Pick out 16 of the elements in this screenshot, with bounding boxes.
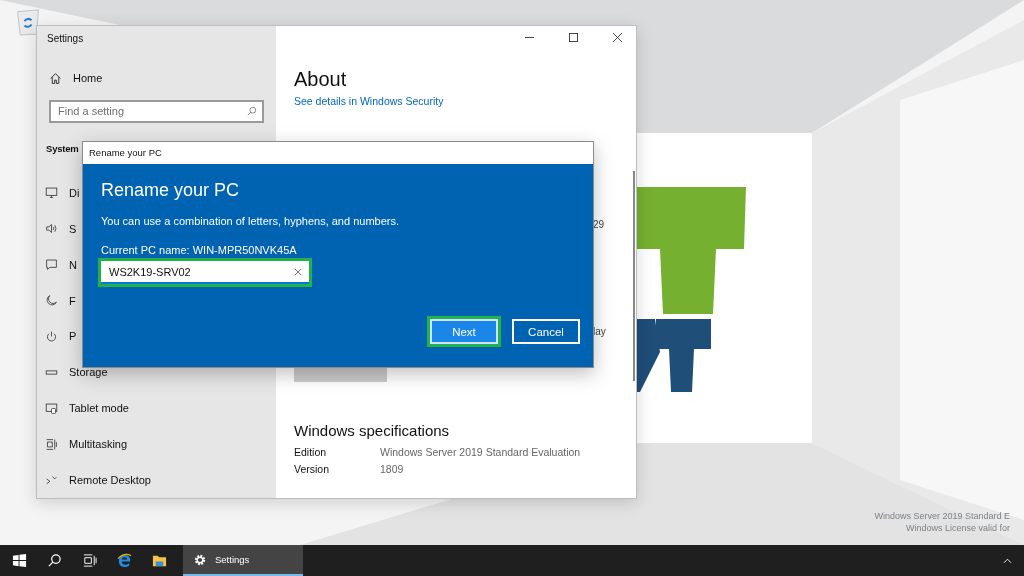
spec-value: 1809 xyxy=(380,463,404,475)
window-title: Settings xyxy=(46,32,85,46)
spec-value: Windows Server 2019 Standard Evaluation xyxy=(380,446,581,458)
desktop-text: Windows License valid for xyxy=(905,522,1010,534)
device-text: 29 xyxy=(593,219,605,230)
page-title: About xyxy=(294,68,348,91)
device-text: lay xyxy=(593,326,606,337)
section-heading: System xyxy=(46,142,79,156)
spec-label: Edition xyxy=(294,446,328,458)
desktop-text: Windows Server 2019 Standard E xyxy=(874,510,1010,522)
spec-label: Version xyxy=(294,463,331,475)
dialog-heading: Rename your PC xyxy=(101,180,240,201)
section-heading: Windows specifications xyxy=(294,422,451,439)
current-name: Current PC name: WIN-MPR50NVK45A xyxy=(101,244,297,256)
dialog-description: You can use a combination of letters, hyphens, and numbers. xyxy=(101,215,399,227)
dialog-title: Rename your PC xyxy=(83,142,593,164)
